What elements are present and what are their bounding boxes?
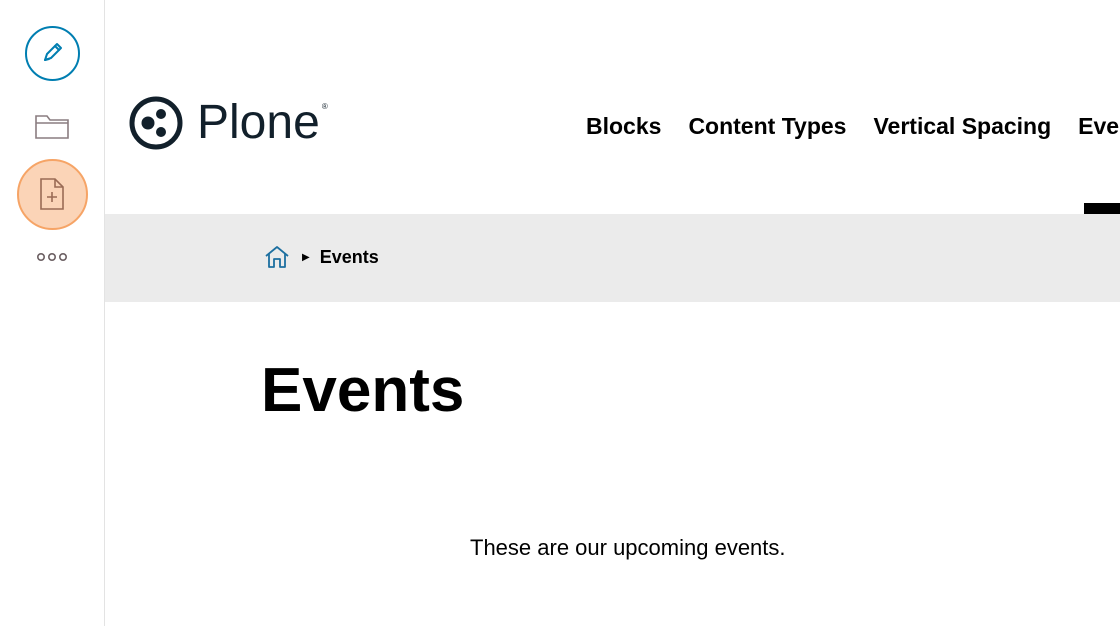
nav-active-indicator [1084,203,1120,214]
plone-logo-icon [129,96,183,150]
logo-wordmark: Plone ® [197,96,328,149]
nav-item-events[interactable]: Eve [1078,110,1119,142]
add-content-button[interactable] [0,158,104,230]
breadcrumb-separator-icon: ▶ [302,251,310,263]
pencil-icon [44,43,62,61]
edit-button[interactable] [0,25,104,81]
edit-button-circle [24,25,80,81]
more-dots-icon [36,252,67,262]
page-title: Events [261,356,465,425]
site-logo[interactable]: Plone ® [129,92,328,154]
breadcrumb: ▶ Events [264,244,379,270]
page-description: These are our upcoming events. [470,535,786,560]
editing-toolbar [0,0,105,626]
nav-item-vertical-spacing[interactable]: Vertical Spacing [873,110,1051,142]
registered-mark: ® [321,102,328,111]
site-header: Plone ® Blocks Content Types Vertical Spa… [105,0,1120,214]
main-navigation: Blocks Content Types Vertical Spacing Ev… [586,110,1120,142]
contents-button[interactable] [0,108,104,144]
add-button-circle [16,158,88,230]
home-icon [265,246,289,268]
nav-item-blocks[interactable]: Blocks [586,110,661,142]
more-button[interactable] [0,246,104,268]
add-document-icon [40,178,64,210]
breadcrumb-home-link[interactable] [264,244,290,270]
breadcrumb-current: Events [319,246,379,267]
nav-item-content-types[interactable]: Content Types [688,110,846,142]
breadcrumb-bar: ▶ Events [105,214,1120,302]
folder-icon [35,115,69,139]
